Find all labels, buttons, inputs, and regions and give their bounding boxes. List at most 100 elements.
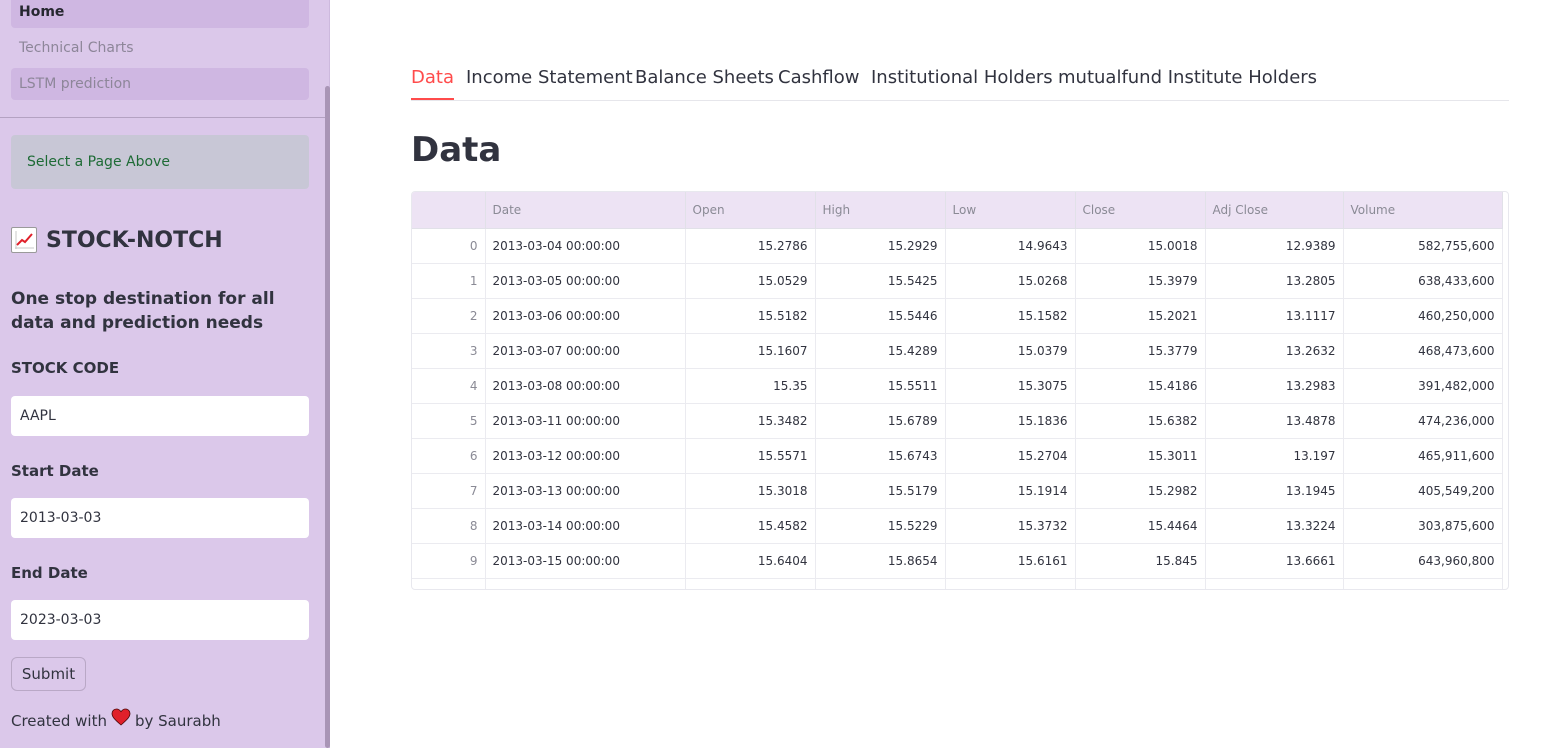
data-table[interactable]: Date Open High Low Close Adj Close Volum…: [411, 191, 1509, 590]
cell-high[interactable]: 15.4289: [815, 333, 946, 369]
cell-index[interactable]: 5: [412, 403, 486, 439]
cell-close[interactable]: 15.2982: [1075, 473, 1206, 509]
cell-date[interactable]: 2013-03-11 00:00:00: [485, 403, 686, 439]
cell-close[interactable]: 15.4186: [1075, 368, 1206, 404]
cell-date[interactable]: 2013-03-04 00:00:00: [485, 228, 686, 264]
cell-close[interactable]: 15.6382: [1075, 403, 1206, 439]
cell-low[interactable]: 14.9643: [945, 228, 1076, 264]
cell-high[interactable]: 15.5179: [815, 473, 946, 509]
cell-index[interactable]: 1: [412, 263, 486, 299]
cell-close[interactable]: 15.3779: [1075, 333, 1206, 369]
cell-open[interactable]: 15.5182: [685, 298, 816, 334]
cell-adj-close[interactable]: 13.1117: [1205, 298, 1344, 334]
cell-open[interactable]: 15.35: [685, 368, 816, 404]
cell-adj-close[interactable]: 13.4878: [1205, 403, 1344, 439]
cell-high[interactable]: 15.5446: [815, 298, 946, 334]
cell-close[interactable]: 15.0018: [1075, 228, 1206, 264]
cell-date[interactable]: 2013-03-15 00:00:00: [485, 543, 686, 579]
cell-volume[interactable]: 460,250,000: [1343, 298, 1503, 334]
table-row[interactable]: 1 2013-03-05 00:00:00 15.0529 15.5425 15.026…: [412, 263, 1503, 299]
column-header-high[interactable]: High: [815, 192, 946, 229]
cell-high[interactable]: 15.2929: [815, 228, 946, 264]
cell-open[interactable]: 15.3018: [685, 473, 816, 509]
cell-low[interactable]: 15.1914: [945, 473, 1076, 509]
cell-index[interactable]: 8: [412, 508, 486, 544]
cell-volume[interactable]: 643,960,800: [1343, 543, 1503, 579]
cell-low[interactable]: 15.1582: [945, 298, 1076, 334]
cell-low[interactable]: 15.6161: [945, 543, 1076, 579]
cell-volume[interactable]: 303,875,600: [1343, 508, 1503, 544]
cell-adj-close[interactable]: 13.6661: [1205, 543, 1344, 579]
table-row[interactable]: 6 2013-03-12 00:00:00 15.5571 15.6743 15.270…: [412, 438, 1503, 474]
cell-volume[interactable]: 638,433,600: [1343, 263, 1503, 299]
tab-balance-sheets[interactable]: Balance Sheets: [635, 63, 774, 99]
cell-high[interactable]: 15.5229: [815, 508, 946, 544]
column-header-open[interactable]: Open: [685, 192, 816, 229]
cell-low[interactable]: 15.0379: [945, 333, 1076, 369]
cell-open[interactable]: 15.6404: [685, 543, 816, 579]
table-row[interactable]: 0 2013-03-04 00:00:00 15.2786 15.2929 14.964…: [412, 228, 1503, 264]
column-header-index[interactable]: [412, 192, 486, 229]
cell-index[interactable]: 3: [412, 333, 486, 369]
column-header-date[interactable]: Date: [485, 192, 686, 229]
cell-open[interactable]: 15.1607: [685, 333, 816, 369]
cell-high[interactable]: 15.5425: [815, 263, 946, 299]
cell-date[interactable]: 2013-03-12 00:00:00: [485, 438, 686, 474]
cell-high[interactable]: 15.8654: [815, 543, 946, 579]
column-header-volume[interactable]: Volume: [1343, 192, 1503, 229]
cell-adj-close[interactable]: 13.2632: [1205, 333, 1344, 369]
cell-close[interactable]: 15.4464: [1075, 508, 1206, 544]
cell-high[interactable]: 15.6789: [815, 403, 946, 439]
cell-index[interactable]: 9: [412, 543, 486, 579]
column-header-low[interactable]: Low: [945, 192, 1076, 229]
cell-close[interactable]: 15.2021: [1075, 298, 1206, 334]
cell-open[interactable]: 15.3482: [685, 403, 816, 439]
cell-low[interactable]: 15.0268: [945, 263, 1076, 299]
column-header-adj-close[interactable]: Adj Close: [1205, 192, 1344, 229]
cell-date[interactable]: 2013-03-14 00:00:00: [485, 508, 686, 544]
cell-high[interactable]: 15.6743: [815, 438, 946, 474]
cell-volume[interactable]: 465,911,600: [1343, 438, 1503, 474]
cell-volume[interactable]: 405,549,200: [1343, 473, 1503, 509]
cell-volume[interactable]: 468,473,600: [1343, 333, 1503, 369]
cell-adj-close[interactable]: 13.2983: [1205, 368, 1344, 404]
cell-low[interactable]: 15.2704: [945, 438, 1076, 474]
table-row[interactable]: 3 2013-03-07 00:00:00 15.1607 15.4289 15.037…: [412, 333, 1503, 369]
table-row[interactable]: 9 2013-03-15 00:00:00 15.6404 15.8654 15.616…: [412, 543, 1503, 579]
start-date-input[interactable]: 2013-03-03: [11, 498, 309, 538]
tab-institutional-holders[interactable]: Institutional Holders: [871, 63, 1053, 99]
sidebar-scrollbar[interactable]: [325, 86, 330, 748]
cell-index[interactable]: 0: [412, 228, 486, 264]
nav-item-lstm-prediction[interactable]: LSTM prediction: [11, 68, 309, 100]
cell-date[interactable]: 2013-03-07 00:00:00: [485, 333, 686, 369]
cell-open[interactable]: 15.4582: [685, 508, 816, 544]
tab-cashflow[interactable]: Cashflow: [778, 63, 859, 99]
cell-adj-close[interactable]: 13.197: [1205, 438, 1344, 474]
cell-index[interactable]: 4: [412, 368, 486, 404]
table-row[interactable]: 4 2013-03-08 00:00:00 15.35 15.5511 15.3075 1…: [412, 368, 1503, 404]
cell-open[interactable]: 15.2786: [685, 228, 816, 264]
cell-close[interactable]: 15.3011: [1075, 438, 1206, 474]
cell-volume[interactable]: 582,755,600: [1343, 228, 1503, 264]
cell-index[interactable]: 6: [412, 438, 486, 474]
nav-item-technical-charts[interactable]: Technical Charts: [11, 32, 309, 64]
cell-index[interactable]: 7: [412, 473, 486, 509]
cell-high[interactable]: 15.5511: [815, 368, 946, 404]
stock-code-input[interactable]: AAPL: [11, 396, 309, 436]
table-row[interactable]: 7 2013-03-13 00:00:00 15.3018 15.5179 15.191…: [412, 473, 1503, 509]
cell-adj-close[interactable]: 13.1945: [1205, 473, 1344, 509]
column-header-close[interactable]: Close: [1075, 192, 1206, 229]
nav-item-home[interactable]: Home: [11, 0, 309, 28]
end-date-input[interactable]: 2023-03-03: [11, 600, 309, 640]
tab-data[interactable]: Data: [411, 63, 454, 100]
cell-date[interactable]: 2013-03-06 00:00:00: [485, 298, 686, 334]
cell-open[interactable]: 15.5571: [685, 438, 816, 474]
submit-button[interactable]: Submit: [11, 657, 86, 691]
cell-volume[interactable]: 474,236,000: [1343, 403, 1503, 439]
cell-date[interactable]: 2013-03-13 00:00:00: [485, 473, 686, 509]
cell-date[interactable]: 2013-03-08 00:00:00: [485, 368, 686, 404]
cell-volume[interactable]: 391,482,000: [1343, 368, 1503, 404]
tab-income-statement[interactable]: Income Statement: [466, 63, 633, 99]
cell-low[interactable]: 15.1836: [945, 403, 1076, 439]
cell-date[interactable]: 2013-03-05 00:00:00: [485, 263, 686, 299]
